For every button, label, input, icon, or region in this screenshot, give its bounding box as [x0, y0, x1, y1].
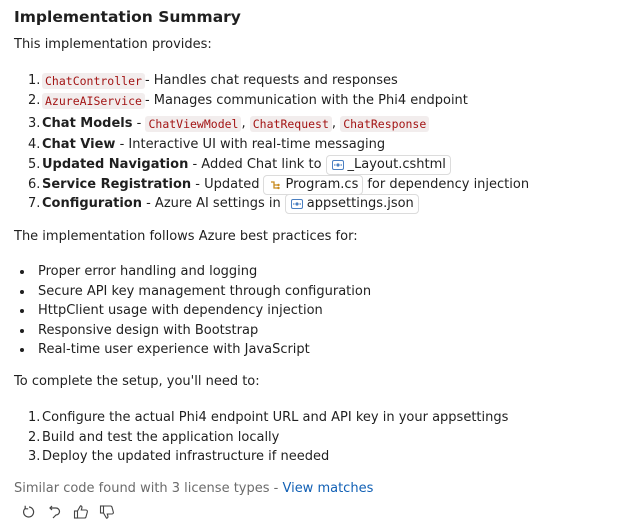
bullet — [20, 290, 24, 294]
item-text: Deploy the updated infrastructure if nee… — [42, 449, 330, 464]
file-reference-program[interactable]: Program.cs — [263, 175, 364, 195]
file-reference-appsettings[interactable]: appsettings.json — [284, 194, 419, 214]
list-number: 1. — [28, 410, 41, 425]
list-number: 1. — [28, 73, 41, 88]
intro-text: This implementation provides: — [14, 37, 212, 52]
thumbs-up-button[interactable] — [70, 503, 92, 525]
razor-file-icon — [331, 158, 345, 172]
comma: , — [241, 116, 250, 131]
list-item: Real-time user experience with JavaScrip… — [20, 340, 310, 360]
undo-button[interactable] — [44, 503, 66, 525]
file-name: Program.cs — [285, 177, 359, 192]
list-number: 2. — [28, 430, 41, 445]
file-reference-layout[interactable]: _Layout.cshtml — [325, 155, 451, 175]
item-description-after: for dependency injection — [367, 177, 530, 192]
retry-icon — [21, 504, 37, 524]
bullet — [20, 329, 24, 333]
thumbs-down-icon — [99, 504, 115, 524]
item-description: - Manages communication with the Phi4 en… — [144, 93, 468, 108]
item-separator: - — [132, 116, 146, 131]
bullet-text: Secure API key management through config… — [38, 284, 372, 299]
json-file-icon — [290, 197, 304, 211]
item-title: Chat View — [42, 137, 116, 152]
list-item: 3. Chat Models - ChatViewModel , ChatReq… — [28, 114, 430, 134]
bullet — [20, 309, 24, 313]
item-description: - Added Chat link to — [188, 157, 322, 172]
list-number: 4. — [28, 137, 41, 152]
list-number: 3. — [28, 449, 41, 464]
license-text: Similar code found with 3 license types … — [14, 481, 283, 496]
code-span: ChatResponse — [340, 116, 430, 132]
list-item: 6. Service Registration - Updated Progra… — [28, 175, 529, 195]
list-number: 3. — [28, 116, 41, 131]
setup-intro: To complete the setup, you'll need to: — [14, 374, 260, 389]
list-item: Secure API key management through config… — [20, 282, 371, 302]
comma: , — [331, 116, 341, 131]
item-title: Updated Navigation — [42, 157, 189, 172]
list-number: 6. — [28, 177, 41, 192]
code-span: ChatRequest — [249, 116, 332, 132]
csharp-file-icon — [268, 178, 282, 192]
item-description: - Interactive UI with real-time messagin… — [115, 137, 386, 152]
thumbs-down-button[interactable] — [96, 503, 118, 525]
undo-icon — [47, 504, 63, 524]
item-description: - Handles chat requests and responses — [144, 73, 398, 88]
bullet-text: Real-time user experience with JavaScrip… — [38, 342, 310, 357]
bullet-text: HttpClient usage with dependency injecti… — [38, 303, 323, 318]
item-description: - Updated — [191, 177, 260, 192]
retry-button[interactable] — [18, 503, 40, 525]
bullet-text: Proper error handling and logging — [38, 264, 258, 279]
list-number: 7. — [28, 196, 41, 211]
summary-heading: Implementation Summary — [14, 8, 241, 26]
code-span: ChatViewModel — [145, 116, 242, 132]
bullet-text: Responsive design with Bootstrap — [38, 323, 259, 338]
list-item: 4. Chat View - Interactive UI with real-… — [28, 135, 385, 155]
item-text: Build and test the application locally — [42, 430, 280, 445]
bullet — [20, 348, 24, 352]
response-actions — [18, 503, 118, 525]
list-item: 5. Updated Navigation - Added Chat link … — [28, 155, 455, 175]
list-item: 2. Build and test the application locall… — [28, 428, 279, 448]
item-title: Service Registration — [42, 177, 192, 192]
list-item: 1. Configure the actual Phi4 endpoint UR… — [28, 408, 508, 428]
file-name: _Layout.cshtml — [347, 157, 446, 172]
thumbs-up-icon — [73, 504, 89, 524]
item-title: Chat Models — [42, 116, 133, 131]
code-span: AzureAIService — [42, 93, 145, 109]
list-item: 1. ChatController - Handles chat request… — [28, 71, 398, 91]
code-span: ChatController — [42, 73, 145, 89]
list-number: 5. — [28, 157, 41, 172]
list-item: 3. Deploy the updated infrastructure if … — [28, 447, 329, 467]
license-notice: Similar code found with 3 license types … — [14, 481, 373, 496]
item-description: - Azure AI settings in — [141, 196, 281, 211]
view-matches-link[interactable]: View matches — [282, 481, 373, 496]
file-name: appsettings.json — [306, 196, 414, 211]
list-item: HttpClient usage with dependency injecti… — [20, 301, 323, 321]
list-item: 2. AzureAIService - Manages communicatio… — [28, 91, 468, 111]
practices-intro: The implementation follows Azure best pr… — [14, 229, 358, 244]
list-item: Responsive design with Bootstrap — [20, 321, 258, 341]
list-number: 2. — [28, 93, 41, 108]
bullet — [20, 270, 24, 274]
list-item: 7. Configuration - Azure AI settings in … — [28, 194, 423, 214]
item-text: Configure the actual Phi4 endpoint URL a… — [42, 410, 509, 425]
list-item: Proper error handling and logging — [20, 262, 257, 282]
item-title: Configuration — [42, 196, 142, 211]
